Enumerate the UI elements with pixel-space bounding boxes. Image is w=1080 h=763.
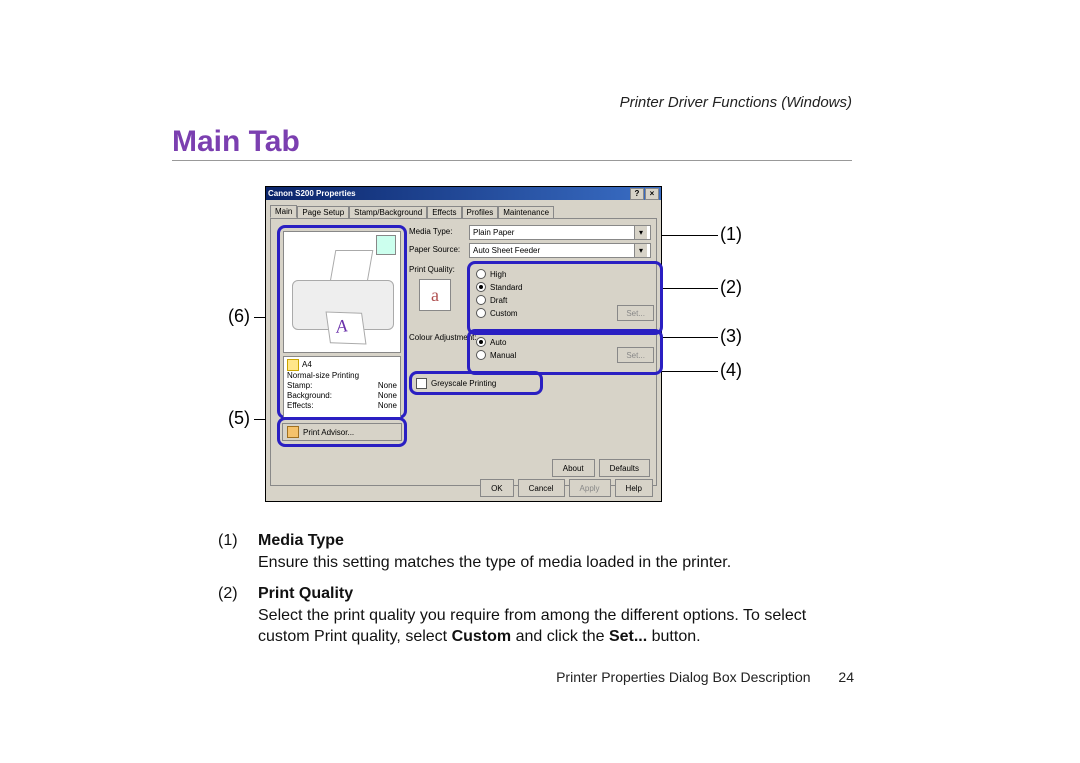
radio-label: Manual <box>490 351 516 360</box>
ok-button[interactable]: OK <box>480 479 514 497</box>
preview-image: A <box>283 231 401 353</box>
desc-bold: Set... <box>609 628 647 645</box>
description-item: (1) Media Type Ensure this setting match… <box>218 530 858 573</box>
page-title: Main Tab <box>172 125 300 159</box>
radio-label: Auto <box>490 338 506 347</box>
chevron-down-icon[interactable]: ▾ <box>634 226 647 239</box>
info-k: Effects: <box>287 401 314 411</box>
tab-strip: Main Page Setup Stamp/Background Effects… <box>270 204 657 218</box>
desc-body: Ensure this setting matches the type of … <box>258 552 858 574</box>
radio-label: Custom <box>490 309 518 318</box>
desc-text: and click the <box>511 628 609 645</box>
colour-set-button[interactable]: Set... <box>617 347 654 363</box>
desc-num: (2) <box>218 583 258 648</box>
page-size: A4 <box>302 360 312 369</box>
running-head: Printer Driver Functions (Windows) <box>620 94 852 111</box>
radio-label: Draft <box>490 296 507 305</box>
paper-source-value: Auto Sheet Feeder <box>473 246 540 255</box>
media-type-select[interactable]: Plain Paper ▾ <box>469 225 651 240</box>
description-list: (1) Media Type Ensure this setting match… <box>218 530 858 658</box>
greyscale-label: Greyscale Printing <box>431 379 496 388</box>
callout-4: (4) <box>720 360 742 381</box>
callout-2: (2) <box>720 277 742 298</box>
radio-label: High <box>490 270 506 279</box>
print-quality-set-button[interactable]: Set... <box>617 305 654 321</box>
callout-line <box>662 371 718 372</box>
print-advisor-button[interactable]: Print Advisor... <box>282 423 402 441</box>
info-v: None <box>378 401 397 411</box>
colour-adjustment-group: Auto Manual Set... <box>467 329 663 375</box>
apply-button[interactable]: Apply <box>569 479 611 497</box>
info-k: Stamp: <box>287 381 312 391</box>
radio-manual[interactable]: Manual Set... <box>476 349 654 361</box>
screenshot-area: Canon S200 Properties ? × Main Page Setu… <box>265 186 660 500</box>
description-item: (2) Print Quality Select the print quali… <box>218 583 858 648</box>
greyscale-group: Greyscale Printing <box>409 371 543 395</box>
desc-heading: Print Quality <box>258 583 858 605</box>
tab-panel-main: A A4 Normal-size Printing Stamp: None Bac… <box>270 218 657 486</box>
dialog-window: Canon S200 Properties ? × Main Page Setu… <box>265 186 662 502</box>
radio-label: Standard <box>490 283 522 292</box>
quality-icon: a <box>419 279 451 311</box>
defaults-button[interactable]: Defaults <box>599 459 650 477</box>
help-button[interactable]: Help <box>615 479 653 497</box>
tab-page-setup[interactable]: Page Setup <box>297 206 349 218</box>
page-size-icon <box>287 359 299 371</box>
radio-standard[interactable]: Standard <box>476 281 654 293</box>
advisor-icon <box>287 426 299 438</box>
cancel-button[interactable]: Cancel <box>518 479 565 497</box>
desc-text: button. <box>647 628 700 645</box>
title-rule <box>172 160 852 161</box>
callout-6: (6) <box>228 306 250 327</box>
info-k: Background: <box>287 391 332 401</box>
window-title: Canon S200 Properties <box>268 189 629 198</box>
desc-num: (1) <box>218 530 258 573</box>
media-type-value: Plain Paper <box>473 228 514 237</box>
titlebar: Canon S200 Properties ? × <box>266 187 661 200</box>
scaling-text: Normal-size Printing <box>287 371 397 381</box>
desc-body: Select the print quality you require fro… <box>258 605 858 648</box>
paper-source-select[interactable]: Auto Sheet Feeder ▾ <box>469 243 651 258</box>
desc-bold: Custom <box>452 628 512 645</box>
preview-box: A A4 Normal-size Printing Stamp: None Bac… <box>277 225 407 419</box>
radio-custom[interactable]: Custom Set... <box>476 307 654 319</box>
desc-heading: Media Type <box>258 530 858 552</box>
tab-profiles[interactable]: Profiles <box>462 206 499 218</box>
close-icon[interactable]: × <box>645 188 659 200</box>
about-button[interactable]: About <box>552 459 595 477</box>
help-icon[interactable]: ? <box>630 188 644 200</box>
callout-line <box>662 288 718 289</box>
page-icon <box>376 235 396 255</box>
callout-3: (3) <box>720 326 742 347</box>
advisor-label: Print Advisor... <box>303 428 354 437</box>
footer: Printer Properties Dialog Box Descriptio… <box>556 669 854 685</box>
callout-line <box>662 337 718 338</box>
footer-text: Printer Properties Dialog Box Descriptio… <box>556 669 810 685</box>
paper-source-label: Paper Source: <box>409 245 460 254</box>
tab-maintenance[interactable]: Maintenance <box>498 206 554 218</box>
tab-effects[interactable]: Effects <box>427 206 461 218</box>
tab-main[interactable]: Main <box>270 205 297 218</box>
info-v: None <box>378 381 397 391</box>
media-type-label: Media Type: <box>409 227 452 236</box>
page-number: 24 <box>838 669 854 685</box>
print-quality-group: High Standard Draft Custom Set... <box>467 261 663 335</box>
radio-high[interactable]: High <box>476 268 654 280</box>
greyscale-checkbox[interactable]: Greyscale Printing <box>416 378 496 389</box>
info-v: None <box>378 391 397 401</box>
print-quality-label: Print Quality: <box>409 265 455 274</box>
chevron-down-icon[interactable]: ▾ <box>634 244 647 257</box>
callout-5: (5) <box>228 408 250 429</box>
callout-line <box>662 235 718 236</box>
tab-stamp-background[interactable]: Stamp/Background <box>349 206 427 218</box>
callout-1: (1) <box>720 224 742 245</box>
preview-info: A4 Normal-size Printing Stamp: None Backg… <box>283 356 401 418</box>
print-advisor-box: Print Advisor... <box>277 417 407 447</box>
